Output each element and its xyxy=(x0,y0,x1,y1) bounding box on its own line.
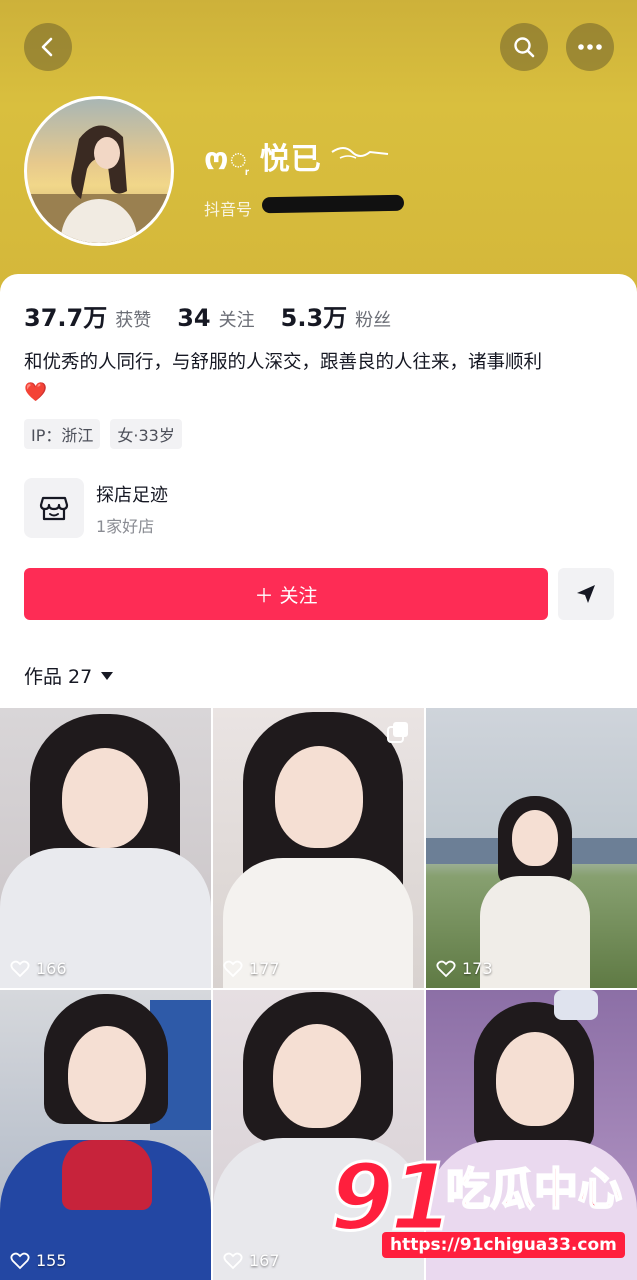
watermark-title: 吃瓜中心 xyxy=(445,1163,623,1216)
shop-icon xyxy=(39,496,69,521)
multi-image-icon xyxy=(387,722,408,743)
followers-label: 粉丝 xyxy=(355,310,392,331)
followers-stat[interactable]: 5.3万 粉丝 xyxy=(281,298,392,333)
more-button[interactable] xyxy=(566,23,614,71)
followers-count: 5.3万 xyxy=(280,304,348,332)
tile-likes: 155 xyxy=(10,1251,67,1270)
following-label: 关注 xyxy=(218,310,255,331)
following-count: 34 xyxy=(177,304,211,332)
back-button[interactable] xyxy=(24,23,72,71)
tile-likes: 177 xyxy=(223,959,280,978)
back-icon xyxy=(41,37,53,57)
video-tile[interactable]: 173 xyxy=(426,708,637,988)
caret-down-icon xyxy=(101,671,114,680)
search-button[interactable] xyxy=(500,23,548,71)
profile-stats: 37.7万 获赞 34 关注 5.3万 粉丝 xyxy=(24,298,391,333)
heart-icon xyxy=(223,1252,243,1269)
video-tile[interactable]: 177 xyxy=(213,708,424,988)
heart-icon xyxy=(223,960,243,977)
works-tab[interactable]: 作品 27 xyxy=(24,662,114,689)
profile-name: ო◌᷊ 悦已 xyxy=(204,142,322,177)
search-icon xyxy=(514,37,535,58)
douyin-id-redaction xyxy=(261,194,405,214)
tile-like-count: 173 xyxy=(462,959,493,978)
likes-stat[interactable]: 37.7万 获赞 xyxy=(24,298,151,333)
bio-heart-emoji: ❤️ xyxy=(24,382,48,403)
profile-tags: IP：浙江 女·33岁 xyxy=(24,419,182,449)
video-tile[interactable]: 155 xyxy=(0,990,211,1280)
ip-tag: IP：浙江 xyxy=(24,419,101,449)
shop-subtitle: 1家好店 xyxy=(96,517,155,536)
profile-bio: 和优秀的人同行，与舒服的人深交，跟善良的人往来，诸事顺利 ❤️ xyxy=(24,348,624,408)
site-watermark: 91 吃瓜中心 https://91chigua33.com xyxy=(328,1146,630,1268)
send-icon xyxy=(577,585,595,603)
more-icon xyxy=(578,44,602,50)
gender-age-tag: 女·33岁 xyxy=(110,419,182,449)
tile-like-count: 167 xyxy=(249,1251,280,1270)
heart-icon xyxy=(10,1252,30,1269)
video-tile[interactable]: 166 xyxy=(0,708,211,988)
tile-like-count: 155 xyxy=(36,1251,67,1270)
likes-label: 获赞 xyxy=(115,310,152,331)
avatar[interactable] xyxy=(24,96,174,246)
tile-likes: 173 xyxy=(436,959,493,978)
name-flourish-icon xyxy=(331,147,389,159)
tile-like-count: 177 xyxy=(249,959,280,978)
avatar-image xyxy=(27,125,171,243)
shop-title[interactable]: 探店足迹 xyxy=(96,481,168,507)
tile-likes: 166 xyxy=(10,959,67,978)
douyin-id-label: 抖音号 xyxy=(204,200,253,219)
likes-count: 37.7万 xyxy=(24,304,108,332)
tile-like-count: 166 xyxy=(36,959,67,978)
watermark-url: https://91chigua33.com xyxy=(382,1232,625,1258)
heart-icon xyxy=(10,960,30,977)
bio-text: 和优秀的人同行，与舒服的人深交，跟善良的人往来，诸事顺利 xyxy=(24,352,543,373)
follow-button[interactable]: ＋ 关注 xyxy=(24,568,548,620)
follow-button-label: ＋ 关注 xyxy=(254,584,318,607)
shop-entry[interactable] xyxy=(24,478,84,538)
tile-likes: 167 xyxy=(223,1251,280,1270)
heart-icon xyxy=(436,960,456,977)
following-stat[interactable]: 34 关注 xyxy=(177,304,254,332)
share-button[interactable] xyxy=(558,568,614,620)
works-label: 作品 27 xyxy=(24,666,93,688)
